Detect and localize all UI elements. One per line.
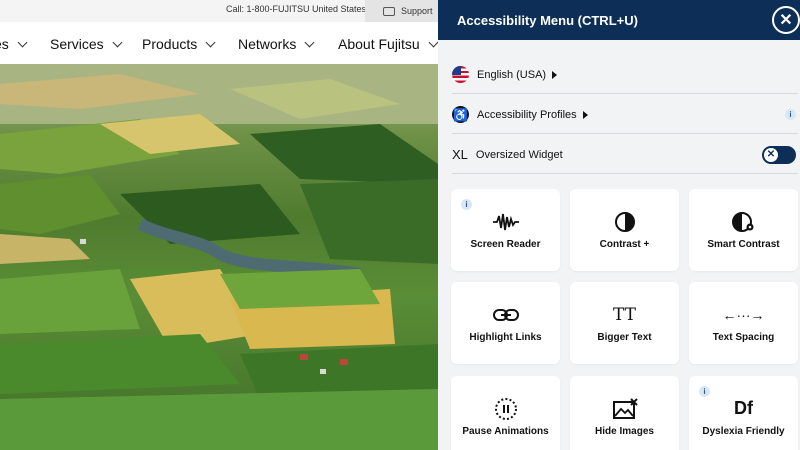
- accessibility-profiles-row[interactable]: ♿ Accessibility Profiles i: [452, 96, 798, 134]
- tile-label: Contrast +: [599, 238, 650, 250]
- tile-label: Dyslexia Friendly: [702, 425, 785, 437]
- text-size-icon: TT: [613, 304, 636, 325]
- tile-label: Highlight Links: [469, 331, 542, 343]
- tile-contrast[interactable]: Contrast +: [570, 189, 679, 271]
- chevron-down-icon: [17, 37, 28, 47]
- tile-pause-animations[interactable]: Pause Animations: [451, 376, 560, 450]
- info-icon[interactable]: i: [461, 199, 472, 210]
- half-circle-gear-icon: [731, 211, 756, 233]
- support-button[interactable]: Support: [365, 0, 438, 22]
- tile-text-spacing[interactable]: ←···→ Text Spacing: [689, 282, 798, 364]
- spacing-arrows-icon: ←···→: [722, 306, 765, 323]
- xl-icon: XL: [452, 147, 468, 162]
- half-circle-icon: [614, 211, 636, 233]
- chat-icon: [383, 6, 395, 16]
- nav-label: es: [0, 36, 9, 52]
- tile-highlight-links[interactable]: Highlight Links: [451, 282, 560, 364]
- main-nav: es Services Products Networks About Fuji…: [0, 22, 439, 64]
- profiles-label: Accessibility Profiles: [477, 108, 577, 121]
- nav-item-services[interactable]: Services: [50, 36, 123, 52]
- nav-label: Services: [50, 36, 104, 52]
- panel-header: Accessibility Menu (CTRL+U) ✕: [438, 0, 800, 40]
- tile-hide-images[interactable]: Hide Images: [570, 376, 679, 450]
- nav-label: Products: [142, 36, 198, 52]
- tile-label: Bigger Text: [597, 331, 652, 343]
- nav-item-products[interactable]: Products: [142, 36, 216, 52]
- nav-label: About Fujitsu: [338, 36, 420, 52]
- chevron-down-icon: [428, 37, 439, 47]
- nav-item-networks[interactable]: Networks: [238, 36, 315, 52]
- caret-right-icon: [552, 70, 558, 79]
- oversized-widget-row: XL Oversized Widget ✕: [452, 136, 798, 174]
- accessibility-person-icon: ♿: [452, 106, 469, 123]
- chevron-down-icon: [112, 37, 123, 47]
- info-icon[interactable]: i: [785, 109, 796, 120]
- language-selector[interactable]: English (USA): [452, 56, 798, 94]
- chevron-down-icon: [304, 37, 315, 47]
- caret-right-icon: [582, 110, 588, 119]
- accessibility-panel: Accessibility Menu (CTRL+U) ✕ English (U…: [438, 0, 800, 450]
- close-button[interactable]: ✕: [772, 6, 800, 34]
- chevron-down-icon: [205, 37, 216, 47]
- nav-label: Networks: [238, 36, 297, 52]
- tile-label: Pause Animations: [462, 425, 549, 437]
- call-link[interactable]: Call: 1-800-FUJITSU United States: [226, 4, 366, 14]
- nav-item-industries[interactable]: es: [0, 36, 28, 52]
- us-flag-icon: [452, 66, 469, 83]
- utility-bar: Call: 1-800-FUJITSU United States Suppor…: [0, 0, 438, 22]
- df-font-icon: Df: [734, 398, 753, 418]
- oversized-widget-toggle[interactable]: ✕: [762, 145, 796, 164]
- panel-title: Accessibility Menu (CTRL+U): [457, 12, 638, 28]
- hero-image: [0, 64, 438, 450]
- info-icon[interactable]: i: [699, 386, 710, 397]
- language-label: English (USA): [477, 68, 547, 81]
- waveform-icon: [492, 211, 520, 233]
- tile-screen-reader[interactable]: i Screen Reader: [451, 189, 560, 271]
- pause-spinner-icon: [494, 397, 518, 420]
- link-icon: [492, 304, 520, 326]
- tile-label: Text Spacing: [712, 331, 775, 343]
- toggle-off-icon: ✕: [764, 147, 778, 162]
- tile-label: Screen Reader: [470, 238, 541, 250]
- tile-label: Smart Contrast: [707, 238, 780, 250]
- tile-dyslexia-friendly[interactable]: i Df Dyslexia Friendly: [689, 376, 798, 450]
- tile-bigger-text[interactable]: TT Bigger Text: [570, 282, 679, 364]
- oversized-label: Oversized Widget: [475, 148, 563, 161]
- tile-smart-contrast[interactable]: Smart Contrast: [689, 189, 798, 271]
- support-label: Support: [401, 6, 433, 16]
- aerial-landscape-image: [0, 64, 438, 450]
- nav-item-about[interactable]: About Fujitsu: [338, 36, 439, 52]
- close-icon: ✕: [779, 12, 793, 29]
- tile-label: Hide Images: [595, 425, 654, 437]
- hide-image-icon: [612, 397, 638, 420]
